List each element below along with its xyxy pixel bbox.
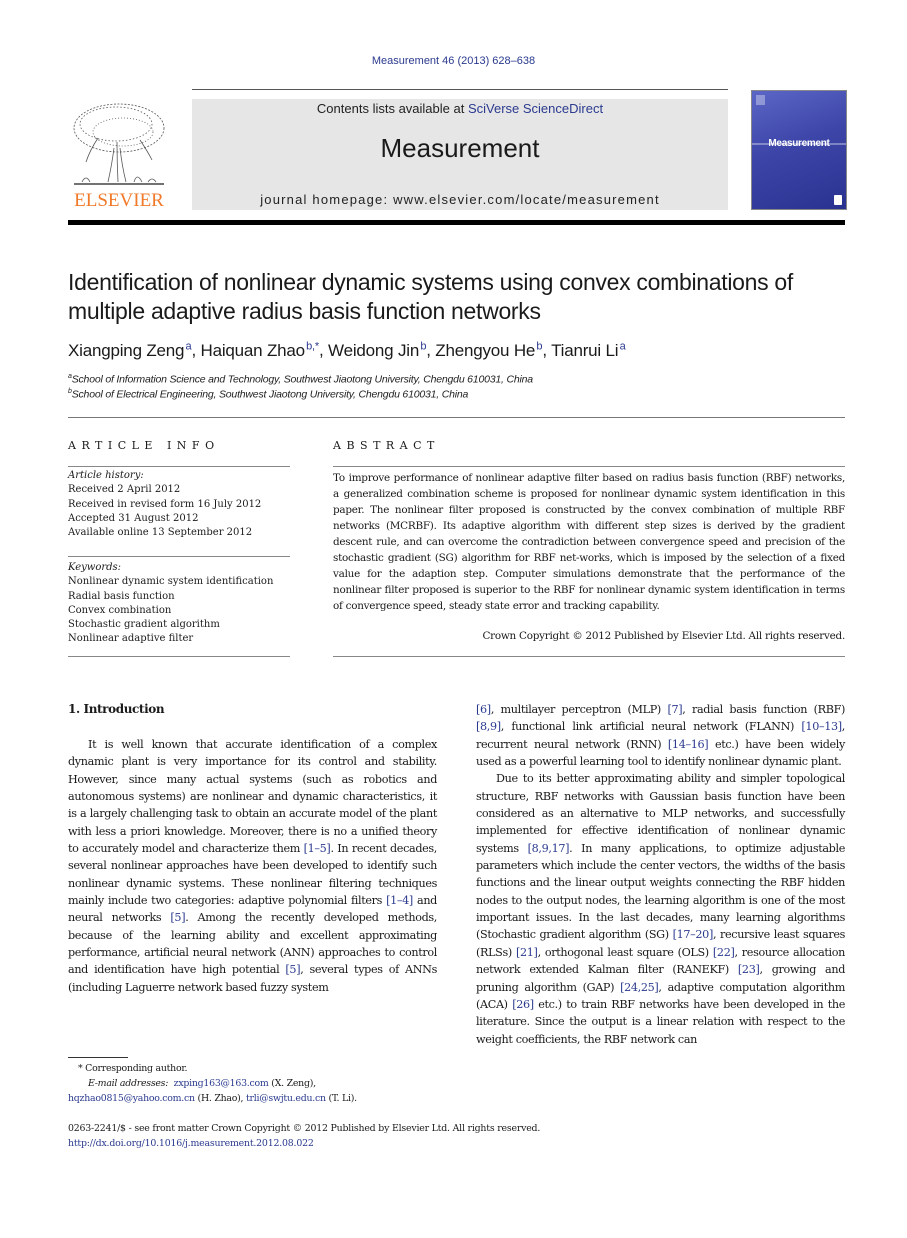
citation-link[interactable]: [8,9] [476,720,501,733]
article-history: Article history: Received 2 April 2012 R… [68,469,298,540]
cover-elsevier-badge-icon [756,95,765,105]
citation-link[interactable]: [26] [512,998,534,1011]
issn-line: 0263-2241/$ - see front matter Crown Cop… [68,1123,541,1134]
header-rule [192,89,728,90]
divider [333,656,845,657]
author[interactable]: Weidong Jin b [328,340,426,360]
history-item: Available online 13 September 2012 [68,527,253,539]
divider [68,466,290,467]
citation-link[interactable]: [8,9,17] [528,842,570,855]
citation-link[interactable]: [1–4] [386,894,413,907]
cover-title: Measurement [768,138,830,149]
citation-link[interactable]: [24,25] [620,981,659,994]
paragraph: Due to its better approximating ability … [476,772,846,1046]
affiliation-a: aSchool of Information Science and Techn… [68,373,533,386]
history-item: Received in revised form 16 July 2012 [68,498,262,510]
history-item: Received 2 April 2012 [68,484,181,496]
keyword: Convex combination [68,604,172,616]
divider [68,556,290,557]
body-column-right: [6], multilayer perceptron (MLP) [7], ra… [476,701,845,1048]
email-label: E-mail addresses: [88,1078,169,1089]
article-info-heading: ARTICLE INFO [68,439,220,452]
footnote-rule [68,1057,128,1058]
paragraph: It is well known that accurate identific… [68,738,437,994]
citation-link[interactable]: [14–16] [668,738,709,751]
email-addresses: E-mail addresses: zxping163@163.com (X. … [68,1078,357,1104]
author[interactable]: Tianrui Li a [551,340,626,360]
journal-citation[interactable]: Measurement 46 (2013) 628–638 [0,55,907,67]
footnotes: * Corresponding author. E-mail addresses… [68,1061,438,1106]
masthead-thick-rule [68,220,845,225]
citation-link[interactable]: [21] [516,946,538,959]
front-matter: 0263-2241/$ - see front matter Crown Cop… [68,1122,768,1151]
keywords-label: Keywords: [68,562,122,573]
contents-prefix: Contents lists available at [316,101,468,116]
article-title: Identification of nonlinear dynamic syst… [68,269,794,324]
affiliation-b: bSchool of Electrical Engineering, South… [68,388,469,401]
abstract-text: To improve performance of nonlinear adap… [333,472,845,612]
journal-cover-thumbnail: Measurement [751,90,847,210]
keyword: Nonlinear dynamic system identification [68,576,274,588]
affiliation-rule [68,417,845,418]
divider [333,466,845,467]
elsevier-wordmark: ELSEVIER [74,190,164,211]
abstract-heading: ABSTRACT [333,439,440,452]
email-link[interactable]: zxping163@163.com [174,1078,269,1089]
author[interactable]: Xiangping Zeng a [68,340,192,360]
history-item: Accepted 31 August 2012 [68,512,199,524]
citation-link[interactable]: [17–20] [673,928,714,941]
citation-link[interactable]: [22] [713,946,735,959]
email-link[interactable]: hqzhao0815@yahoo.com.cn [68,1093,195,1104]
keyword: Nonlinear adaptive filter [68,633,194,645]
citation-link[interactable]: [1–5] [304,842,331,855]
journal-homepage[interactable]: journal homepage: www.elsevier.com/locat… [192,192,728,207]
contents-line: Contents lists available at SciVerse Sci… [192,101,728,116]
citation-link[interactable]: [7] [667,703,682,716]
body-column-left: It is well known that accurate identific… [68,736,437,996]
keyword: Radial basis function [68,590,175,602]
citation-link[interactable]: [6] [476,703,491,716]
citation-link[interactable]: [23] [738,963,760,976]
doi-link[interactable]: http://dx.doi.org/10.1016/j.measurement.… [68,1138,314,1149]
sciencedirect-link[interactable]: SciVerse ScienceDirect [468,101,603,116]
email-link[interactable]: trli@swjtu.edu.cn [246,1093,326,1104]
history-label: Article history: [68,470,144,481]
cover-crossmark-icon [834,195,842,205]
author[interactable]: Haiquan Zhao b,* [201,340,320,360]
section-heading-introduction: 1. Introduction [68,702,165,716]
corresponding-author-note: * Corresponding author. [78,1063,188,1074]
author[interactable]: Zhengyou He b [435,340,542,360]
citation-link[interactable]: [10–13] [801,720,842,733]
author-list: Xiangping Zeng a, Haiquan Zhao b,*, Weid… [68,340,626,360]
paragraph: [6], multilayer perceptron (MLP) [7], ra… [476,703,846,769]
abstract-copyright: Crown Copyright © 2012 Published by Else… [482,630,845,642]
citation-link[interactable]: [5] [170,911,185,924]
journal-masthead: Contents lists available at SciVerse Sci… [192,99,728,210]
divider [68,656,290,657]
keyword: Stochastic gradient algorithm [68,619,220,631]
citation-link[interactable]: [5] [285,963,300,976]
journal-title: Measurement [380,133,540,163]
keywords: Keywords: Nonlinear dynamic system ident… [68,561,298,647]
